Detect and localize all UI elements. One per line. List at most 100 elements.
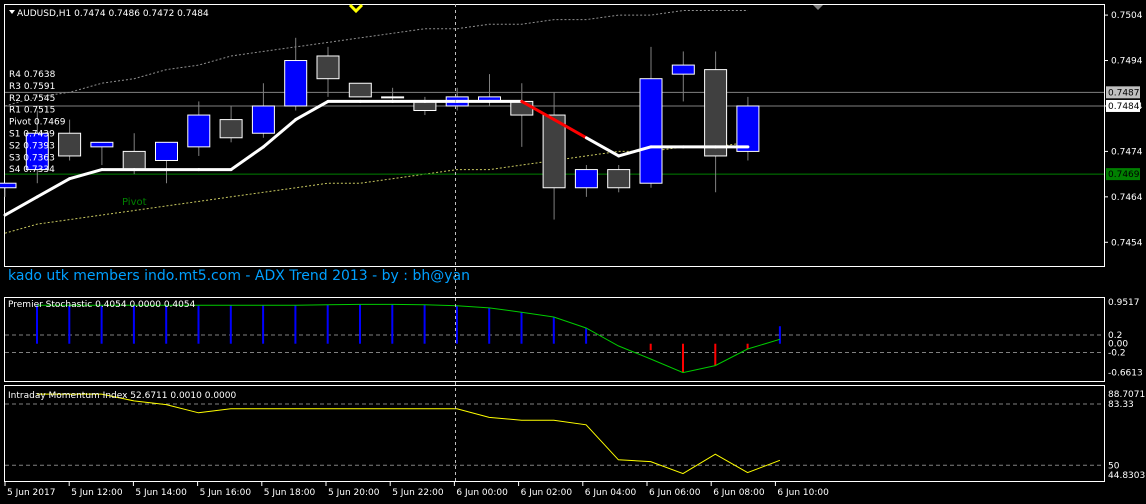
stochastic-title: Premier Stochastic 0.4054 0.0000 0.4054 (8, 300, 196, 310)
pivot-level-label: R3 0.7591 (9, 82, 55, 92)
chart-canvas[interactable]: AUDUSD,H1 0.7474 0.7486 0.7472 0.7484 ka… (0, 0, 1146, 504)
candle-body (381, 96, 405, 99)
momentum-title: Intraday Momentum Index 52.6711 0.0010 0… (8, 391, 236, 401)
candle[interactable] (316, 46, 340, 97)
candle-body (284, 60, 308, 107)
trend-segment (584, 136, 621, 158)
candle-body (316, 55, 340, 80)
candle-body (251, 105, 275, 134)
price-tag-label: 0.7469 (1108, 170, 1140, 180)
pivot-level-label: R2 0.7545 (9, 94, 55, 104)
price-axis-label: 0.7504 (1111, 11, 1143, 21)
time-axis-label: 6 Jun 06:00 (649, 488, 701, 498)
candle[interactable] (639, 46, 663, 188)
pivot-level-label: R1 0.7515 (9, 106, 55, 116)
scroll-marker-icon[interactable] (813, 5, 823, 10)
candle[interactable] (348, 82, 372, 98)
momentum-pane[interactable]: Intraday Momentum Index 52.6711 0.0010 0… (4, 385, 1146, 482)
candle-body (736, 105, 760, 152)
candle-body (510, 100, 534, 116)
candle[interactable] (445, 87, 469, 111)
stochastic-axis-label: -0.2 (1108, 348, 1126, 358)
chart-menu-icon[interactable] (9, 10, 15, 14)
trend-segment (35, 177, 72, 199)
pivot-level-label: R4 0.7638 (9, 70, 56, 80)
time-axis-label: 5 Jun 2017 (7, 488, 55, 498)
candle-body (0, 182, 17, 189)
time-axis-label: 5 Jun 20:00 (328, 488, 380, 498)
time-axis-label: 5 Jun 18:00 (264, 488, 316, 498)
momentum-axis-label: 44.8303 (1108, 471, 1145, 481)
candle[interactable] (122, 133, 146, 175)
candle[interactable] (542, 92, 566, 220)
time-axis-label: 5 Jun 14:00 (135, 488, 187, 498)
time-axis-label: 6 Jun 08:00 (713, 488, 765, 498)
pivot-levels-list: R4 0.7638 R3 0.7591 R2 0.7545 R1 0.7515 Pivo… (9, 70, 66, 175)
candle[interactable] (219, 105, 243, 143)
stochastic-axis-label: -0.6613 (1108, 369, 1143, 379)
time-axis-label: 6 Jun 10:00 (777, 488, 829, 498)
candle-body (155, 141, 178, 161)
candle-body (574, 169, 598, 189)
candle[interactable] (381, 87, 405, 102)
candle[interactable] (155, 141, 178, 184)
price-axis-label: 0.7474 (1111, 147, 1143, 157)
time-axis-label: 6 Jun 04:00 (585, 488, 637, 498)
candle-body (704, 69, 728, 157)
watermark-text: kado utk members indo.mt5.com - ADX Tren… (8, 268, 470, 284)
candle[interactable] (284, 37, 308, 111)
candle[interactable] (574, 165, 598, 197)
momentum-axis-label: 88.7071 (1108, 390, 1145, 400)
candle-body (219, 119, 243, 139)
pivot-level-label: S1 0.7439 (9, 130, 55, 140)
price-axis-label: 0.7454 (1111, 238, 1143, 248)
candle-body (348, 82, 372, 98)
candle[interactable] (90, 141, 114, 166)
main-pane[interactable]: AUDUSD,H1 0.7474 0.7486 0.7472 0.7484 ka… (0, 3, 1143, 285)
candle-body (58, 132, 82, 157)
pivot-tag: Pivot (122, 197, 147, 208)
candle-body (187, 114, 211, 148)
candle[interactable] (187, 101, 211, 156)
pivot-level-label: S2 0.7393 (9, 141, 55, 151)
momentum-axis-label: 83.33 (1108, 400, 1134, 410)
time-axis-label: 5 Jun 12:00 (71, 488, 123, 498)
main-price-axis: 0.7504 0.7494 0.7484 0.7474 0.7464 0.7454 0.74… (1104, 11, 1143, 248)
price-axis-label: 0.7464 (1111, 193, 1143, 203)
pivot-level-label: S3 0.7363 (9, 153, 55, 163)
time-axis: 5 Jun 2017 5 Jun 12:00 5 Jun 14:00 5 Jun 16… (4, 482, 829, 498)
time-axis-label: 5 Jun 22:00 (392, 488, 444, 498)
candle-body (90, 141, 114, 148)
stochastic-pane[interactable]: Premier Stochastic 0.4054 0.0000 0.4054 … (4, 297, 1143, 382)
price-axis-label: 0.7494 (1111, 57, 1143, 67)
momentum-line (37, 393, 781, 475)
stochastic-line (37, 303, 781, 374)
stochastic-axis-label: 0.9517 (1108, 298, 1140, 308)
candle-body (607, 169, 631, 189)
candle-body (542, 114, 566, 189)
candle-body (122, 150, 146, 171)
upper-band-line (4, 10, 748, 107)
candle-body (671, 64, 695, 75)
candle[interactable] (413, 96, 437, 116)
candle[interactable] (704, 51, 728, 193)
price-tag-label: 0.7484 (1108, 102, 1140, 112)
lower-band-line (4, 141, 748, 234)
time-axis-label: 6 Jun 00:00 (456, 488, 508, 498)
symbol-header: AUDUSD,H1 0.7474 0.7486 0.7472 0.7484 (17, 9, 209, 19)
price-tag-label: 0.7487 (1108, 88, 1140, 98)
candle[interactable] (607, 165, 631, 193)
trend-segment (3, 195, 39, 217)
momentum-axis-label: 50 (1108, 461, 1120, 471)
candle[interactable] (736, 96, 760, 161)
candle[interactable] (251, 83, 275, 138)
momentum-axis: 88.707183.33 5044.8303 (1108, 390, 1145, 481)
candle[interactable] (0, 182, 17, 197)
candle-body (639, 78, 663, 184)
time-axis-label: 5 Jun 16:00 (200, 488, 252, 498)
time-axis-label: 6 Jun 02:00 (521, 488, 573, 498)
pivot-level-label: Pivot 0.7469 (9, 118, 66, 128)
candle[interactable] (671, 51, 695, 102)
trend-segment (229, 145, 265, 172)
shift-marker-icon[interactable] (348, 3, 364, 14)
